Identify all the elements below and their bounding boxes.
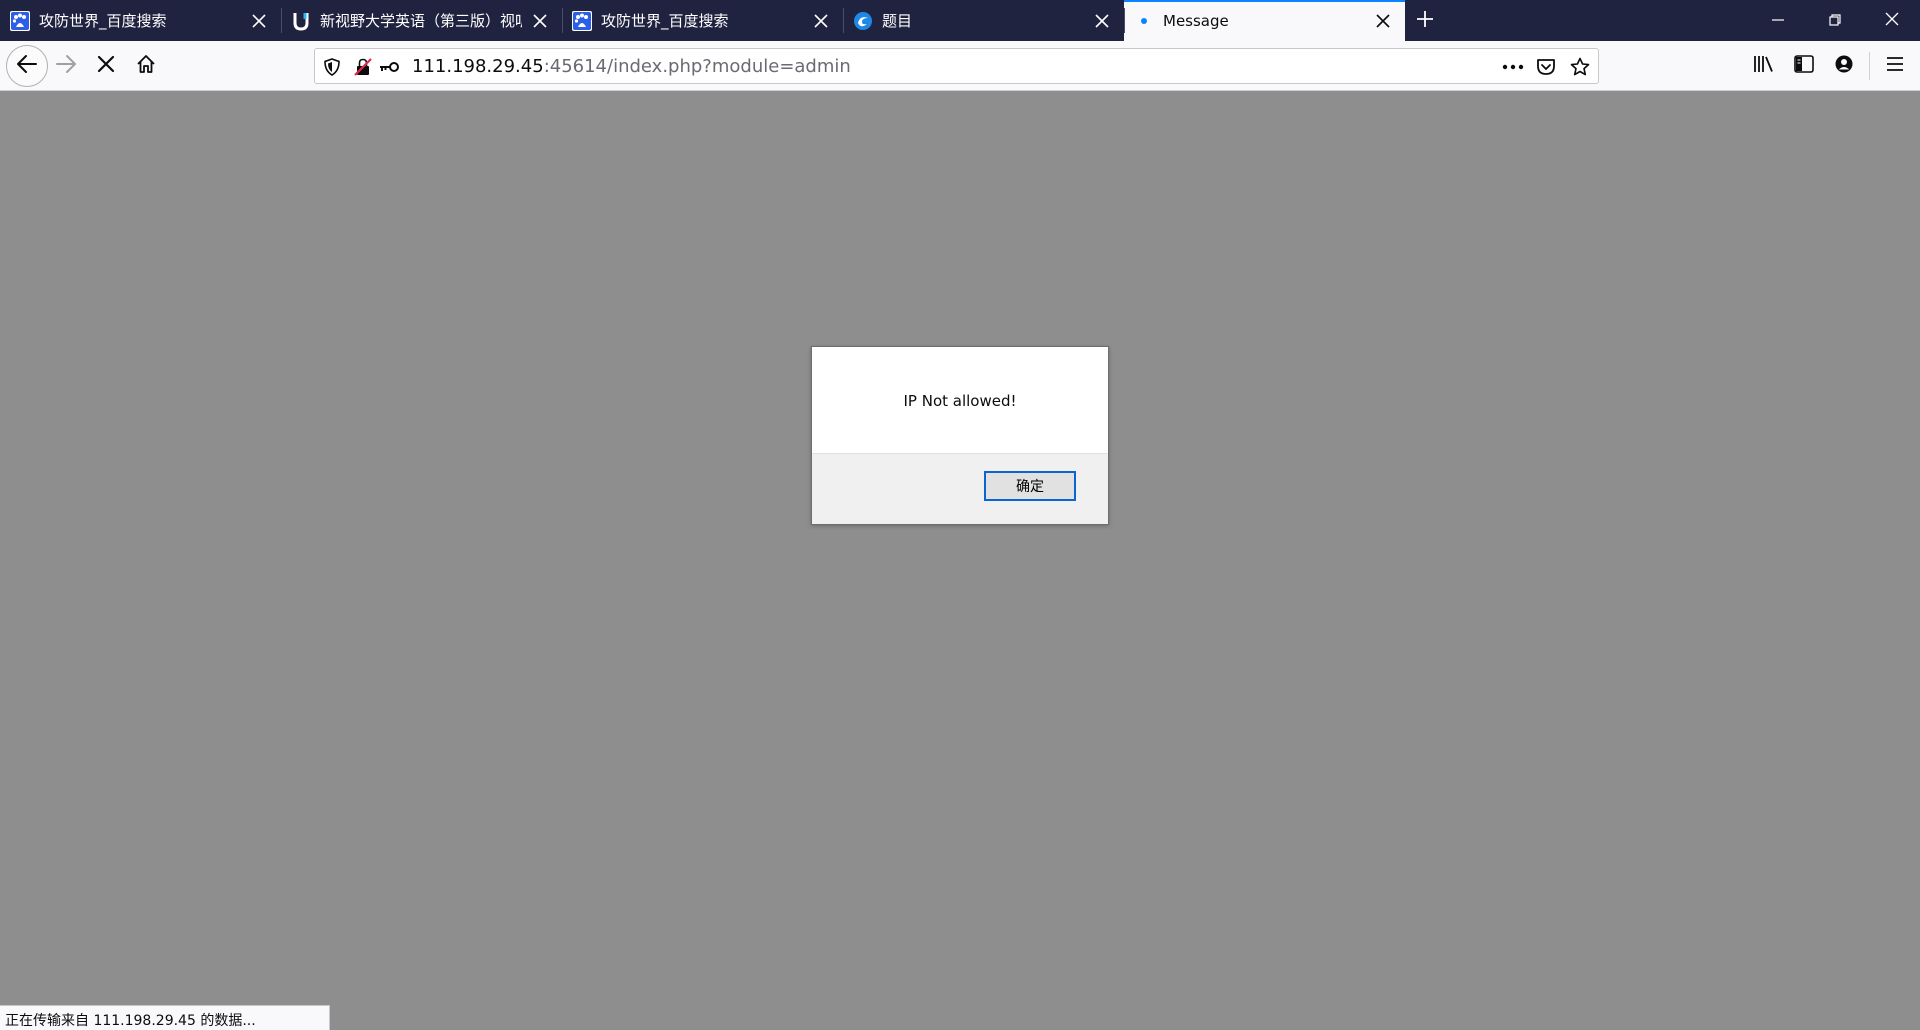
- tab-title: 攻防世界_百度搜索: [601, 12, 729, 30]
- library-icon: [1753, 54, 1775, 78]
- tab-title: 攻防世界_百度搜索: [39, 12, 167, 30]
- back-button[interactable]: [6, 45, 48, 87]
- close-icon[interactable]: [247, 9, 271, 33]
- tab-strip: 攻防世界_百度搜索 新视野大学英语（第三版）视听 攻防世界_百度搜索 题目 Me…: [0, 0, 1920, 41]
- close-icon[interactable]: [528, 9, 552, 33]
- plus-icon: [1416, 10, 1434, 32]
- toolbar-separator: [1869, 52, 1870, 80]
- forward-button[interactable]: [48, 48, 84, 84]
- swirl-logo-icon: [853, 11, 873, 31]
- loading-dot-icon: [1134, 11, 1154, 31]
- ok-button[interactable]: 确定: [984, 471, 1076, 501]
- minimize-icon: [1771, 11, 1784, 30]
- address-bar[interactable]: 111.198.29.45:45614/index.php?module=adm…: [314, 48, 1599, 84]
- restore-button[interactable]: [1806, 0, 1863, 41]
- tab-title: 新视野大学英语（第三版）视听: [320, 12, 522, 30]
- close-icon[interactable]: [809, 9, 833, 33]
- stop-loading-button[interactable]: [88, 48, 124, 84]
- baidu-paw-icon: [572, 10, 592, 31]
- status-panel: 正在传输来自 111.198.29.45 的数据...: [0, 1005, 330, 1030]
- hamburger-menu-icon: [1886, 56, 1904, 76]
- tab-problem[interactable]: 题目: [843, 0, 1124, 41]
- close-icon: [1885, 11, 1899, 30]
- minimize-button[interactable]: [1749, 0, 1806, 41]
- alert-message: IP Not allowed!: [903, 392, 1017, 410]
- library-button[interactable]: [1748, 50, 1780, 82]
- url-host: 111.198.29.45: [412, 56, 544, 77]
- tab-message[interactable]: Message: [1124, 0, 1405, 41]
- insecure-connection-icon[interactable]: [353, 57, 373, 77]
- alert-dialog: IP Not allowed! 确定: [811, 346, 1109, 525]
- account-icon: [1834, 54, 1854, 78]
- close-icon[interactable]: [1371, 9, 1395, 33]
- arrow-right-icon: [55, 54, 77, 78]
- account-button[interactable]: [1828, 50, 1860, 82]
- open-menu-button[interactable]: [1879, 50, 1911, 82]
- new-tab-button[interactable]: [1405, 0, 1445, 41]
- home-icon: [136, 54, 156, 78]
- stop-icon: [97, 55, 115, 77]
- tab-title: 题目: [882, 12, 913, 30]
- close-window-button[interactable]: [1863, 0, 1920, 41]
- shield-icon[interactable]: [322, 57, 342, 77]
- page-content-overlay: IP Not allowed! 确定: [0, 92, 1920, 1030]
- tab-new-horizon-english[interactable]: 新视野大学英语（第三版）视听: [281, 0, 562, 41]
- key-icon[interactable]: [377, 57, 401, 77]
- tab-strip-spacer: [1445, 0, 1749, 41]
- restore-icon: [1828, 11, 1841, 30]
- alert-footer: 确定: [812, 453, 1108, 524]
- sidebar-icon: [1794, 55, 1814, 77]
- bookmark-star-icon[interactable]: [1570, 57, 1590, 77]
- u-logo-icon: [291, 11, 311, 31]
- close-icon[interactable]: [1090, 9, 1114, 33]
- url-path: :45614/index.php?module=admin: [543, 56, 851, 77]
- arrow-left-icon: [16, 54, 38, 78]
- sidebar-toggle-button[interactable]: [1788, 50, 1820, 82]
- pocket-icon[interactable]: [1536, 57, 1556, 77]
- baidu-paw-icon: [10, 10, 30, 31]
- page-actions-menu-icon[interactable]: [1500, 57, 1526, 77]
- tab-baidu-search-1[interactable]: 攻防世界_百度搜索: [0, 0, 281, 41]
- navigation-toolbar: 111.198.29.45:45614/index.php?module=adm…: [0, 41, 1920, 91]
- tab-title: Message: [1163, 11, 1229, 30]
- tab-baidu-search-2[interactable]: 攻防世界_百度搜索: [562, 0, 843, 41]
- window-controls: [1749, 0, 1920, 41]
- url-text[interactable]: 111.198.29.45:45614/index.php?module=adm…: [412, 56, 851, 77]
- home-button[interactable]: [128, 48, 164, 84]
